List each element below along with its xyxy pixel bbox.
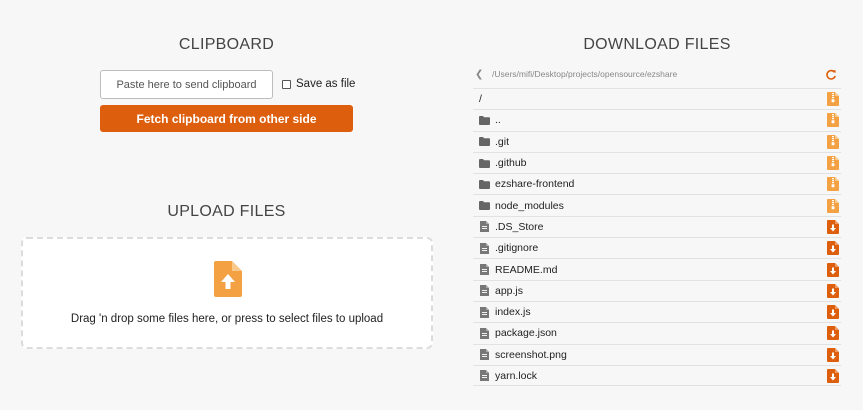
zip-icon[interactable] <box>827 92 839 107</box>
save-as-file-checkbox[interactable]: Save as file <box>282 78 355 90</box>
folder-row[interactable]: ezshare-frontend <box>473 173 841 194</box>
current-path: /Users/mifi/Desktop/projects/opensource/… <box>492 69 678 79</box>
file-name[interactable]: yarn.lock <box>495 370 827 382</box>
folder-icon <box>478 137 491 147</box>
zip-icon[interactable] <box>827 198 839 213</box>
file-name[interactable]: README.md <box>495 264 827 276</box>
folder-row[interactable]: / <box>473 88 841 109</box>
folder-icon <box>478 179 491 189</box>
file-name[interactable]: .git <box>495 136 827 148</box>
download-icon[interactable] <box>827 262 839 277</box>
folder-row[interactable]: .github <box>473 151 841 173</box>
zip-icon[interactable] <box>827 156 839 171</box>
download-icon[interactable] <box>827 326 839 341</box>
file-icon <box>478 370 491 381</box>
refresh-icon[interactable] <box>825 68 837 80</box>
file-list: /.. .git .github ezshare-frontend node_modul… <box>473 88 841 387</box>
file-name[interactable]: ezshare-frontend <box>495 178 827 190</box>
folder-row[interactable]: .. <box>473 109 841 130</box>
download-icon[interactable] <box>827 283 839 298</box>
file-name[interactable]: screenshot.png <box>495 349 827 361</box>
file-row[interactable]: index.js <box>473 300 841 322</box>
file-row[interactable]: .DS_Store <box>473 215 841 237</box>
file-name[interactable]: node_modules <box>495 200 827 212</box>
folder-icon <box>478 158 491 168</box>
file-name[interactable]: package.json <box>495 327 827 339</box>
zip-icon[interactable] <box>827 177 839 192</box>
dropzone-text: Drag 'n drop some files here, or press t… <box>70 313 384 325</box>
folder-icon <box>478 115 491 125</box>
file-name[interactable]: app.js <box>495 285 827 297</box>
folder-row[interactable]: .git <box>473 130 841 152</box>
download-icon[interactable] <box>827 305 839 320</box>
file-icon <box>478 264 491 276</box>
download-icon[interactable] <box>827 219 839 234</box>
file-row[interactable]: screenshot.png <box>473 343 841 365</box>
file-icon <box>478 349 491 361</box>
file-name[interactable]: .DS_Store <box>495 221 827 233</box>
file-icon <box>478 285 491 297</box>
zip-icon[interactable] <box>827 134 839 149</box>
file-icon <box>478 306 491 318</box>
clipboard-title: CLIPBOARD <box>178 36 275 53</box>
download-icon[interactable] <box>827 241 839 256</box>
file-row[interactable]: README.md <box>473 258 841 279</box>
download-icon[interactable] <box>827 347 839 362</box>
file-name[interactable]: / <box>479 93 827 105</box>
upload-title: UPLOAD FILES <box>167 203 286 220</box>
file-row[interactable]: .gitignore <box>473 237 841 258</box>
upload-file-icon <box>214 261 242 302</box>
file-row[interactable]: package.json <box>473 322 841 343</box>
save-as-file-label: Save as file <box>296 78 356 90</box>
file-name[interactable]: .github <box>495 157 827 169</box>
back-icon[interactable]: ❮ <box>475 69 489 80</box>
download-title: DOWNLOAD FILES <box>583 36 731 53</box>
file-icon <box>478 242 491 254</box>
path-bar: ❮ /Users/mifi/Desktop/projects/opensourc… <box>473 64 841 84</box>
clipboard-input[interactable] <box>100 70 273 99</box>
file-icon <box>478 327 491 339</box>
file-row[interactable]: yarn.lock <box>473 364 841 387</box>
file-icon <box>478 221 491 233</box>
file-name[interactable]: index.js <box>495 306 827 318</box>
fetch-clipboard-button[interactable]: Fetch clipboard from other side <box>100 105 353 132</box>
checkbox-box[interactable] <box>282 79 291 89</box>
file-name[interactable]: .. <box>495 114 827 126</box>
upload-dropzone[interactable]: Drag 'n drop some files here, or press t… <box>21 237 433 349</box>
file-row[interactable]: app.js <box>473 279 841 301</box>
zip-icon[interactable] <box>827 113 839 128</box>
folder-row[interactable]: node_modules <box>473 194 841 215</box>
download-icon[interactable] <box>827 368 839 383</box>
file-name[interactable]: .gitignore <box>495 242 827 254</box>
folder-icon <box>478 201 491 211</box>
